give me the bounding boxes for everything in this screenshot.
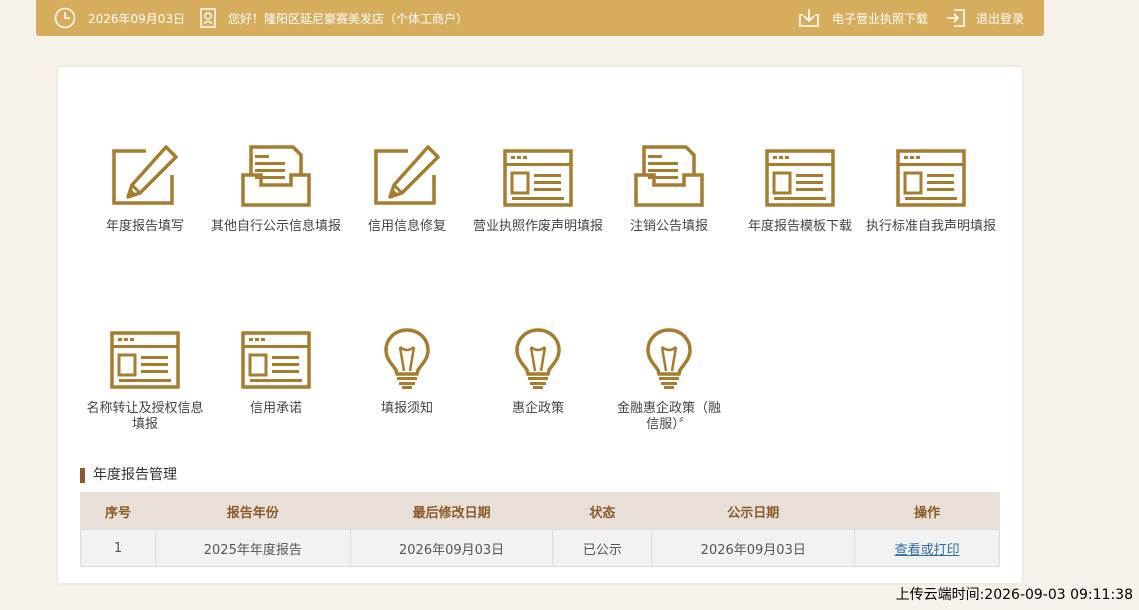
cell-last-modified: 2026年09月03日 [349, 529, 554, 567]
tile-label: 年度报告填写 [105, 219, 184, 234]
cell-status: 已公示 [552, 529, 653, 567]
table-row: 1 2025年年度报告 2026年09月03日 已公示 2026年09月03日 … [80, 529, 1000, 567]
tile-label: 营业执照作废声明填报 [472, 219, 603, 234]
upload-timestamp: 上传云端时间:2026-09-03 09:11:38 [895, 587, 1133, 603]
tile-filing-instructions[interactable]: 填报须知 [341, 309, 473, 417]
view-or-print-link[interactable]: 查看或打印 [895, 543, 960, 558]
lightbulb-icon [382, 327, 432, 389]
tile-label: 年度报告模板下载 [747, 219, 852, 234]
edit-form-icon [110, 145, 180, 207]
main-panel: 年度报告填写 其他自行公示信息填报 信用信息修复 营业执照作废声明填报 注销公告… [58, 67, 1022, 583]
clock-icon [54, 7, 76, 29]
tile-label: 名称转让及授权信息填报 [86, 401, 204, 432]
logout-icon [946, 8, 966, 28]
browser-form-icon [241, 331, 311, 389]
tile-enterprise-policies[interactable]: 惠企政策 [472, 309, 604, 417]
top-bar: 2026年09月03日 您好！隆阳区延尼豪赛美发店（个体工商户） 电子营业执照下… [36, 0, 1044, 36]
tile-license-void-statement[interactable]: 营业执照作废声明填报 [472, 127, 604, 235]
download-icon [798, 8, 820, 28]
column-header: 状态 [552, 492, 653, 530]
current-date: 2026年09月03日 [88, 11, 186, 26]
browser-form-icon [765, 149, 835, 207]
section-title: 年度报告管理 [80, 468, 177, 483]
tile-standard-self-declaration[interactable]: 执行标准自我声明填报 [865, 127, 997, 235]
user-badge-icon [200, 8, 216, 28]
document-tray-icon [241, 145, 311, 207]
tile-label: 信用承诺 [249, 401, 302, 416]
column-header: 操作 [854, 492, 1000, 530]
cell-action: 查看或打印 [854, 529, 1000, 567]
tile-credit-commitment[interactable]: 信用承诺 [210, 309, 342, 417]
browser-form-icon [110, 331, 180, 389]
tile-deregistration-notice[interactable]: 注销公告填报 [603, 127, 735, 235]
annual-report-table: 序号 报告年份 最后修改日期 状态 公示日期 操作 1 2025年年度报告 20… [80, 492, 1000, 567]
tile-label: 惠企政策 [511, 401, 564, 416]
cell-index: 1 [80, 529, 156, 567]
logout-link[interactable]: 退出登录 [946, 0, 1024, 36]
greeting-text: 您好！隆阳区延尼豪赛美发店（个体工商户） [228, 11, 469, 26]
license-download-link[interactable]: 电子营业执照下载 [798, 0, 928, 36]
tile-label: 信用信息修复 [367, 219, 446, 234]
tile-label: 注销公告填报 [629, 219, 708, 234]
tile-label: 填报须知 [380, 401, 433, 416]
table-header-row: 序号 报告年份 最后修改日期 状态 公示日期 操作 [80, 492, 1000, 530]
edit-form-icon [372, 145, 442, 207]
column-header: 序号 [80, 492, 156, 530]
browser-form-icon [503, 149, 573, 207]
browser-form-icon [896, 149, 966, 207]
lightbulb-icon [513, 327, 563, 389]
date-display: 2026年09月03日 [54, 0, 185, 36]
tile-annual-report-fill[interactable]: 年度报告填写 [79, 127, 211, 235]
tile-annual-template-download[interactable]: 年度报告模板下载 [734, 127, 866, 235]
greeting: 您好！隆阳区延尼豪赛美发店（个体工商户） [200, 0, 468, 36]
document-tray-icon [634, 145, 704, 207]
lightbulb-icon [644, 327, 694, 389]
license-download-label: 电子营业执照下载 [832, 11, 929, 26]
column-header: 最后修改日期 [349, 492, 554, 530]
cell-report-year: 2025年年度报告 [154, 529, 351, 567]
tile-financial-policies[interactable]: 金融惠企政策（融信服）〞 [603, 309, 735, 433]
cell-publish-date: 2026年09月03日 [651, 529, 856, 567]
column-header: 公示日期 [651, 492, 856, 530]
tile-credit-repair[interactable]: 信用信息修复 [341, 127, 473, 235]
logout-label: 退出登录 [976, 11, 1025, 26]
column-header: 报告年份 [154, 492, 351, 530]
tile-other-disclosure[interactable]: 其他自行公示信息填报 [210, 127, 342, 235]
tile-label: 金融惠企政策（融信服）〞 [617, 401, 722, 432]
tile-label: 其他自行公示信息填报 [210, 219, 341, 234]
tile-label: 执行标准自我声明填报 [865, 219, 996, 234]
tile-name-transfer[interactable]: 名称转让及授权信息填报 [79, 309, 211, 433]
